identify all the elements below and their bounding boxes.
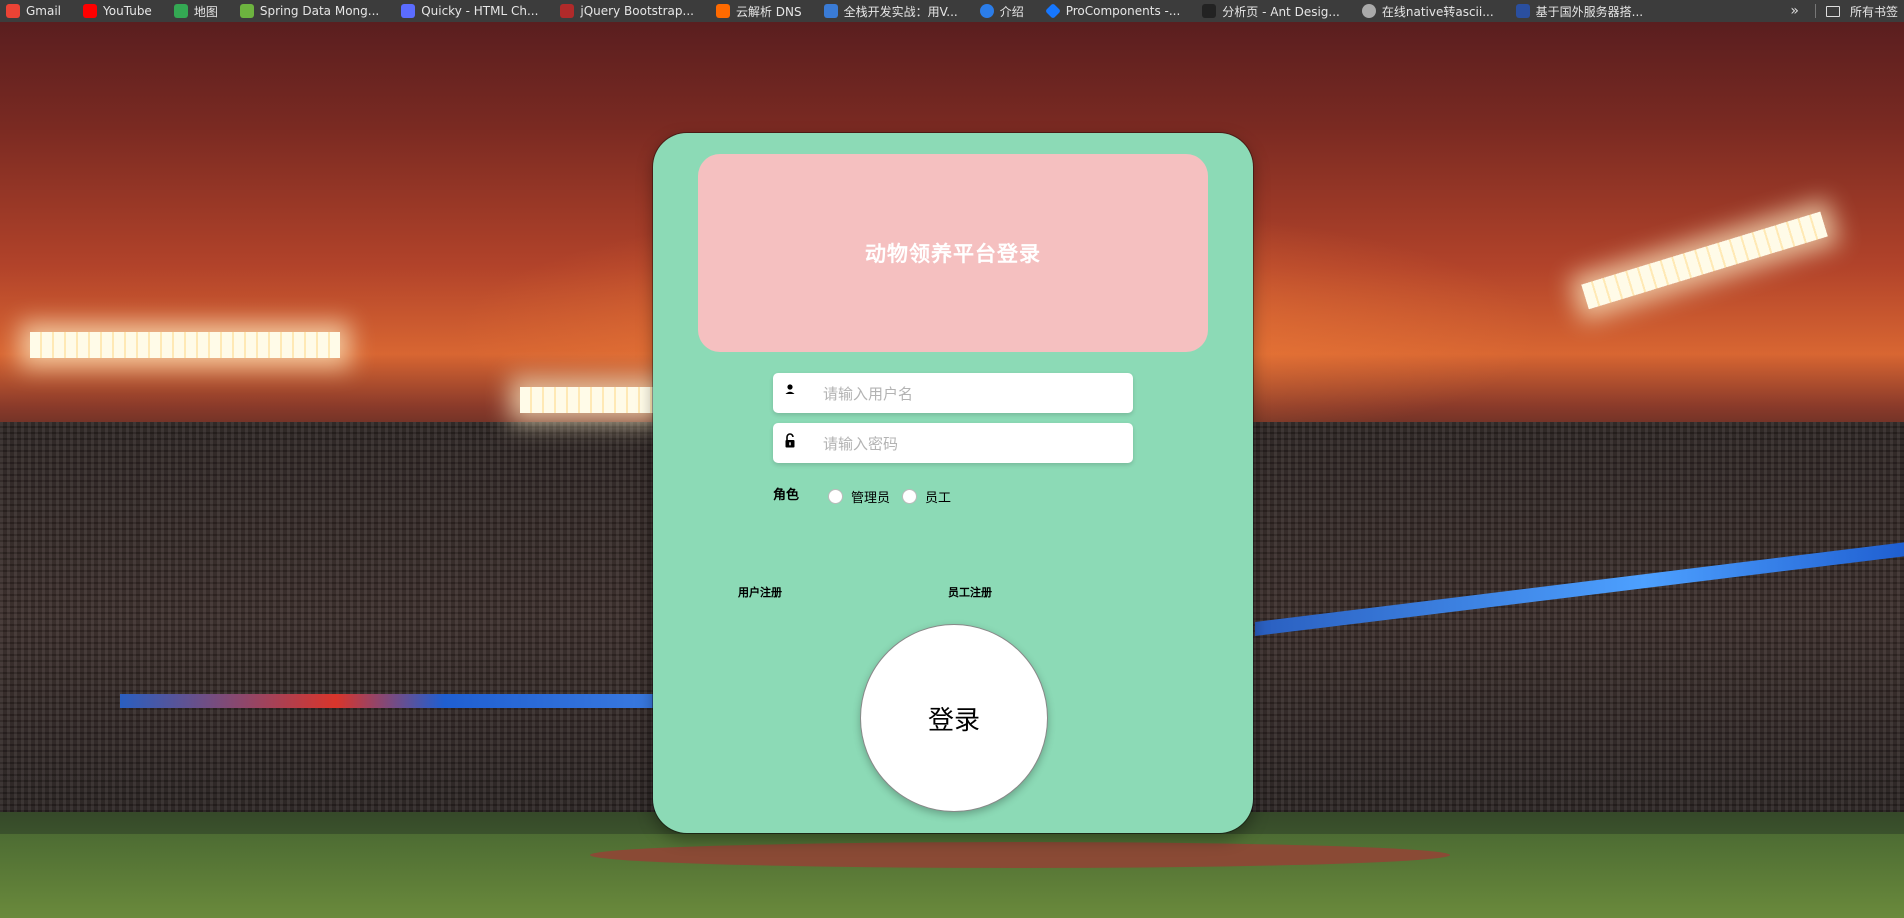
flag-icon bbox=[1515, 4, 1530, 18]
bookmark-procomponents[interactable]: ProComponents -... bbox=[1044, 3, 1181, 19]
username-input[interactable] bbox=[821, 373, 1125, 415]
spring-icon bbox=[239, 4, 254, 18]
employee-register-link[interactable]: 员工注册 bbox=[948, 584, 992, 600]
role-radio-group: 管理员 员工 bbox=[828, 487, 963, 506]
globe-icon bbox=[1361, 4, 1376, 18]
stadium-light-left bbox=[30, 332, 340, 358]
bookmark-label: 全栈开发实战：用V... bbox=[843, 4, 958, 19]
bookmark-quicky[interactable]: Quicky - HTML Ch... bbox=[401, 4, 538, 18]
role-admin-radio[interactable] bbox=[828, 489, 843, 504]
password-input[interactable] bbox=[821, 423, 1125, 465]
bookmark-intro[interactable]: 介绍 bbox=[979, 3, 1024, 20]
role-employee-radio[interactable] bbox=[902, 489, 918, 504]
infield-dirt bbox=[590, 842, 1450, 868]
bookmark-antdesign[interactable]: 分析页 - Ant Desig... bbox=[1202, 3, 1340, 20]
login-button[interactable]: 登录 bbox=[860, 624, 1048, 812]
bookmark-label: YouTube bbox=[103, 4, 152, 18]
youtube-icon bbox=[83, 4, 98, 18]
intro-icon bbox=[979, 4, 994, 18]
bookmark-label: 云解析 DNS bbox=[735, 4, 802, 19]
unlock-icon bbox=[785, 433, 795, 448]
role-employee-label[interactable]: 员工 bbox=[925, 487, 951, 506]
quicky-icon bbox=[401, 4, 416, 18]
jquery-icon bbox=[560, 4, 575, 18]
bookmark-spring[interactable]: Spring Data Mong... bbox=[239, 4, 380, 18]
antdesign-icon bbox=[1202, 4, 1217, 18]
aliyun-icon bbox=[715, 4, 730, 18]
gmail-icon bbox=[6, 4, 20, 18]
password-field[interactable] bbox=[773, 423, 1133, 465]
more-bookmarks-button[interactable]: » bbox=[1784, 3, 1805, 19]
bookmarks-bar: Gmail YouTube 地图 Spring Data Mong... Qui… bbox=[0, 0, 1904, 22]
bookmark-label: 地图 bbox=[193, 4, 218, 19]
bookmark-label: Spring Data Mong... bbox=[259, 4, 380, 18]
stadium-light-right bbox=[1581, 211, 1828, 310]
bookmark-gmail[interactable]: Gmail bbox=[6, 4, 61, 18]
bookmark-label: 介绍 bbox=[999, 4, 1024, 19]
all-bookmarks-button[interactable]: 所有书签 bbox=[1850, 3, 1898, 20]
bookmark-foreign-server[interactable]: 基于国外服务器搭... bbox=[1515, 3, 1644, 20]
bookmark-fullstack[interactable]: 全栈开发实战：用V... bbox=[823, 3, 958, 20]
folder-icon bbox=[1825, 5, 1840, 17]
page-title: 动物领养平台登录 bbox=[865, 242, 1041, 266]
user-icon bbox=[785, 384, 795, 394]
bookmark-maps[interactable]: 地图 bbox=[173, 3, 218, 20]
divider bbox=[1814, 4, 1816, 18]
bookmark-label: Gmail bbox=[26, 4, 62, 18]
stadium-light-center bbox=[520, 387, 660, 413]
bookmark-label: 基于国外服务器搭... bbox=[1535, 4, 1644, 19]
bookmark-label: ProComponents -... bbox=[1065, 4, 1181, 18]
bookmarks-right: » 所有书签 bbox=[1784, 0, 1904, 22]
role-label: 角色 bbox=[773, 488, 800, 503]
bookmark-label: jQuery Bootstrap... bbox=[580, 4, 694, 18]
doc-icon bbox=[823, 4, 838, 18]
procomponents-icon bbox=[1044, 3, 1061, 19]
bookmark-label: 分析页 - Ant Desig... bbox=[1222, 4, 1340, 19]
username-field[interactable] bbox=[773, 373, 1133, 415]
bookmark-youtube[interactable]: YouTube bbox=[83, 4, 152, 18]
bookmark-label: Quicky - HTML Ch... bbox=[421, 4, 539, 18]
bookmark-aliyun-dns[interactable]: 云解析 DNS bbox=[715, 3, 802, 20]
bookmark-jquery[interactable]: jQuery Bootstrap... bbox=[560, 4, 694, 18]
led-ribbon-left bbox=[120, 694, 660, 708]
user-register-link[interactable]: 用户注册 bbox=[738, 584, 782, 600]
role-admin-label[interactable]: 管理员 bbox=[851, 487, 890, 506]
login-header: 动物领养平台登录 bbox=[698, 154, 1208, 352]
bookmark-native-ascii[interactable]: 在线native转ascii... bbox=[1361, 3, 1494, 20]
bookmark-label: 在线native转ascii... bbox=[1381, 4, 1494, 19]
login-card: 动物领养平台登录 角色 管理员 员工 用户注册 员工注册 登录 bbox=[653, 133, 1253, 833]
maps-icon bbox=[173, 4, 188, 18]
